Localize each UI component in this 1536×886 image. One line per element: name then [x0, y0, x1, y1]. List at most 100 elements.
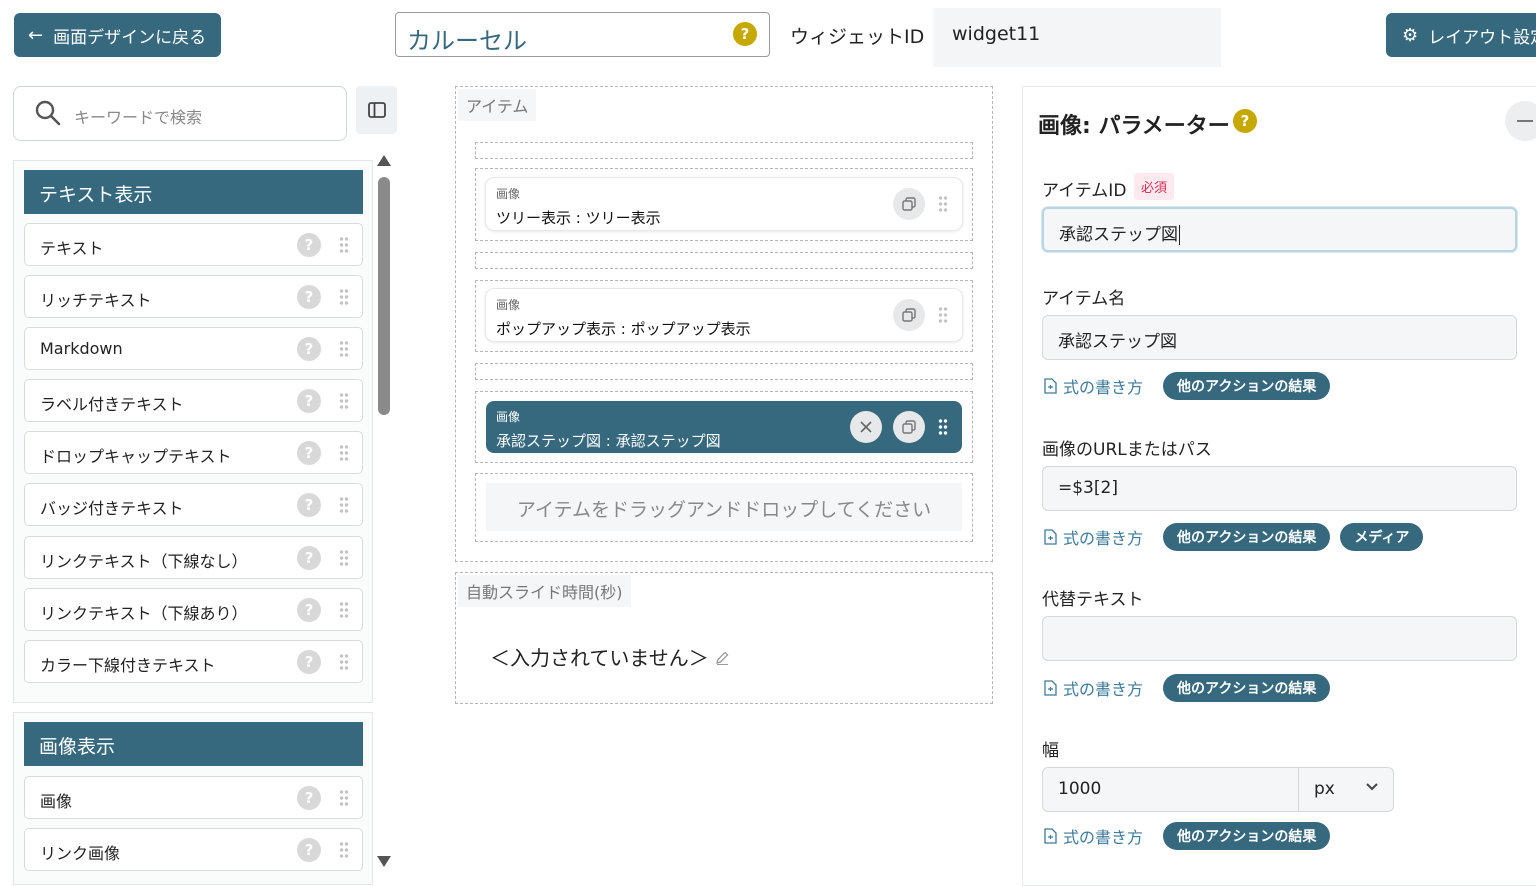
- other-action-result-button[interactable]: 他のアクションの結果: [1163, 372, 1331, 400]
- width-helpers: 式の書き方 他のアクションの結果: [1044, 822, 1340, 850]
- help-icon[interactable]: ?: [297, 546, 321, 570]
- alt-text-helpers: 式の書き方 他のアクションの結果: [1044, 674, 1340, 702]
- search-input[interactable]: キーワードで検索: [13, 86, 347, 141]
- drag-handle-icon[interactable]: [339, 340, 349, 358]
- pencil-icon[interactable]: [714, 650, 730, 666]
- palette-item-markdown[interactable]: Markdown ?: [24, 327, 363, 370]
- copy-icon[interactable]: [893, 411, 925, 443]
- help-icon[interactable]: ?: [297, 233, 321, 257]
- widget-id-field[interactable]: widget11: [933, 8, 1221, 67]
- palette-item-image[interactable]: 画像 ?: [24, 776, 363, 819]
- media-button[interactable]: メディア: [1340, 523, 1424, 551]
- help-icon[interactable]: ?: [733, 22, 757, 46]
- palette-item-rich-text[interactable]: リッチテキスト ?: [24, 275, 363, 318]
- scroll-up-icon[interactable]: [377, 155, 391, 166]
- layout-settings-button[interactable]: ⚙ レイアウト設定: [1386, 13, 1536, 57]
- drag-handle-icon[interactable]: [339, 601, 349, 619]
- drag-handle-icon[interactable]: [938, 195, 948, 213]
- width-unit-select[interactable]: px: [1298, 767, 1394, 812]
- chevron-down-icon: [1366, 783, 1378, 791]
- help-icon[interactable]: ?: [297, 337, 321, 361]
- help-icon[interactable]: ?: [1233, 109, 1257, 133]
- card-name: ツリー表示 : ツリー表示: [496, 209, 661, 227]
- help-icon[interactable]: ?: [297, 285, 321, 309]
- drag-handle-icon[interactable]: [938, 418, 948, 436]
- layout-settings-label: レイアウト設定: [1428, 27, 1536, 48]
- drag-handle-icon[interactable]: [339, 444, 349, 462]
- palette-item-labeled-text[interactable]: ラベル付きテキスト ?: [24, 379, 363, 422]
- help-icon[interactable]: ?: [297, 598, 321, 622]
- palette-item-label: 画像: [40, 792, 73, 811]
- category-header-image-display[interactable]: 画像表示: [24, 722, 363, 766]
- formula-help-link[interactable]: 式の書き方: [1044, 824, 1143, 848]
- drag-handle-icon[interactable]: [339, 841, 349, 859]
- text-caret: [1179, 225, 1180, 245]
- widget-title-input[interactable]: カルーセル ?: [395, 12, 770, 57]
- drag-handle-icon[interactable]: [339, 236, 349, 254]
- image-url-field[interactable]: =$3[2]: [1042, 466, 1517, 511]
- widget-title-text: カルーセル: [407, 27, 527, 55]
- help-icon[interactable]: ?: [297, 441, 321, 465]
- category-header-text-display[interactable]: テキスト表示: [24, 170, 363, 214]
- carousel-item-card[interactable]: 画像 ポップアップ表示 : ポップアップ表示: [486, 289, 962, 341]
- drag-handle-icon[interactable]: [339, 789, 349, 807]
- palette-item-badge-text[interactable]: バッジ付きテキスト ?: [24, 483, 363, 526]
- palette-item-link-image[interactable]: リンク画像 ?: [24, 828, 363, 871]
- width-unit-value: px: [1314, 779, 1335, 799]
- drag-handle-icon[interactable]: [339, 549, 349, 567]
- help-icon[interactable]: ?: [297, 838, 321, 862]
- close-icon[interactable]: [850, 411, 882, 443]
- required-badge: 必須: [1134, 173, 1175, 200]
- item-name-field[interactable]: 承認ステップ図: [1042, 315, 1517, 360]
- autoslide-value[interactable]: ＜入力されていません＞: [490, 642, 709, 671]
- item-id-value: 承認ステップ図: [1059, 225, 1178, 245]
- palette-item-label: バッジ付きテキスト: [40, 499, 184, 518]
- formula-help-link[interactable]: 式の書き方: [1044, 374, 1143, 398]
- carousel-item-card[interactable]: 画像 ツリー表示 : ツリー表示: [486, 178, 962, 230]
- drop-slot[interactable]: [475, 252, 973, 269]
- palette-item-color-underline-text[interactable]: カラー下線付きテキスト ?: [24, 640, 363, 683]
- drag-handle-icon[interactable]: [339, 496, 349, 514]
- other-action-result-button[interactable]: 他のアクションの結果: [1163, 822, 1331, 850]
- carousel-item-card-selected[interactable]: 画像 承認ステップ図 : 承認ステップ図: [486, 401, 962, 453]
- alt-text-label: 代替テキスト: [1042, 590, 1144, 610]
- help-icon[interactable]: ?: [297, 493, 321, 517]
- drag-handle-icon[interactable]: [339, 288, 349, 306]
- drop-slot[interactable]: [475, 363, 973, 380]
- help-icon[interactable]: ?: [297, 786, 321, 810]
- panel-title: 画像: パラメーター: [1038, 114, 1230, 139]
- other-action-result-button[interactable]: 他のアクションの結果: [1163, 523, 1331, 551]
- formula-help-link[interactable]: 式の書き方: [1044, 676, 1143, 700]
- drop-zone[interactable]: アイテムをドラッグアンドドロップしてください: [486, 483, 962, 531]
- drag-handle-icon[interactable]: [339, 653, 349, 671]
- alt-text-field[interactable]: [1042, 616, 1517, 661]
- palette-scrollbar[interactable]: [375, 155, 393, 867]
- item-id-field[interactable]: 承認ステップ図: [1042, 207, 1517, 252]
- drag-handle-icon[interactable]: [938, 306, 948, 324]
- back-to-screen-design-button[interactable]: ← 画面デザインに戻る: [14, 13, 221, 57]
- copy-icon[interactable]: [893, 299, 925, 331]
- scroll-down-icon[interactable]: [377, 856, 391, 867]
- palette-item-label: ドロップキャップテキスト: [40, 447, 232, 466]
- palette-item-label: Markdown: [40, 339, 123, 358]
- width-input[interactable]: 1000: [1042, 767, 1299, 812]
- width-label: 幅: [1042, 741, 1059, 761]
- sidebar-toggle-button[interactable]: [356, 86, 397, 134]
- card-name: ポップアップ表示 : ポップアップ表示: [496, 320, 751, 338]
- formula-help-link[interactable]: 式の書き方: [1044, 525, 1143, 549]
- widget-id-label: ウィジェットID: [790, 26, 925, 48]
- help-icon[interactable]: ?: [297, 650, 321, 674]
- copy-icon[interactable]: [893, 188, 925, 220]
- palette-item-text[interactable]: テキスト ?: [24, 223, 363, 266]
- drop-slot[interactable]: [475, 142, 973, 159]
- palette-item-link-text-no-underline[interactable]: リンクテキスト（下線なし） ?: [24, 536, 363, 579]
- other-action-result-button[interactable]: 他のアクションの結果: [1163, 674, 1331, 702]
- palette-item-drop-cap-text[interactable]: ドロップキャップテキスト ?: [24, 431, 363, 474]
- help-icon[interactable]: ?: [297, 389, 321, 413]
- document-icon: [1044, 828, 1057, 844]
- drag-handle-icon[interactable]: [339, 392, 349, 410]
- scrollbar-thumb[interactable]: [378, 177, 390, 415]
- search-placeholder: キーワードで検索: [74, 108, 203, 127]
- palette-item-link-text-underline[interactable]: リンクテキスト（下線あり） ?: [24, 588, 363, 631]
- text-display-palette: テキスト表示 テキスト ? リッチテキスト ? Markdown ? ラベル付き…: [13, 160, 373, 703]
